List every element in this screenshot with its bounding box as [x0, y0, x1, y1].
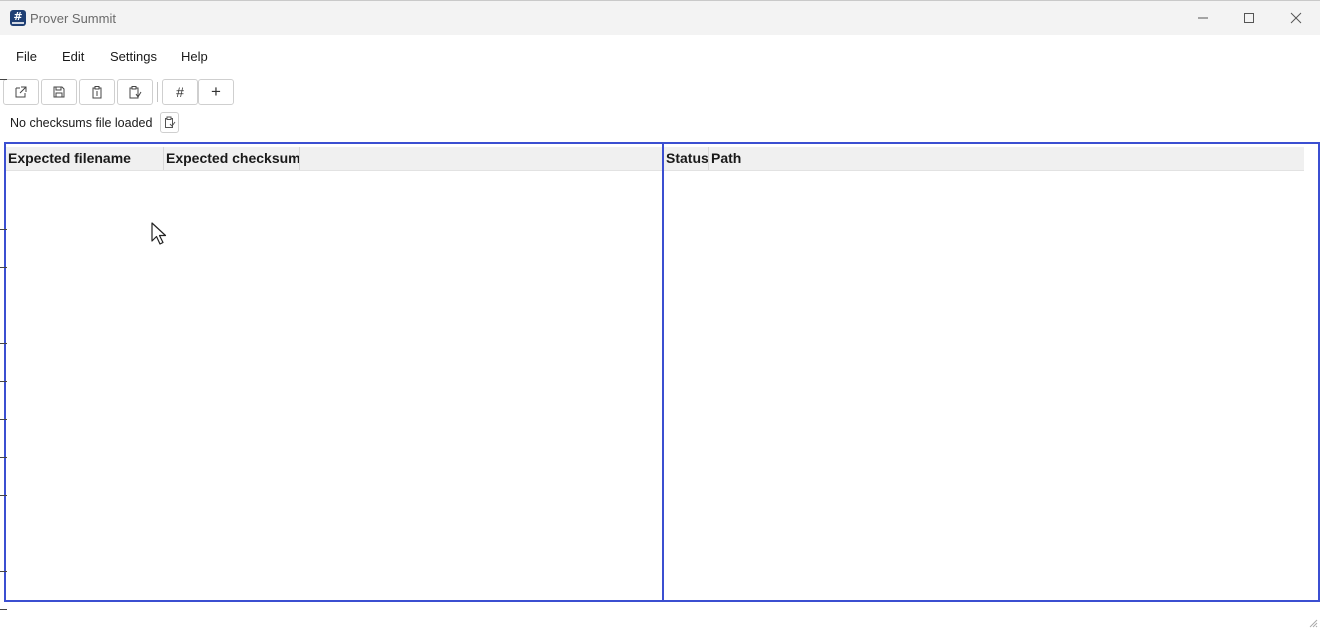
menu-settings[interactable]: Settings [110, 49, 157, 64]
minimize-button[interactable] [1180, 1, 1226, 35]
save-icon [53, 86, 65, 98]
save-button[interactable] [41, 79, 77, 105]
status-text: No checksums file loaded [10, 116, 153, 130]
edge-tick [0, 229, 7, 230]
window-title: Prover Summit [30, 11, 116, 26]
copy-button[interactable] [79, 79, 115, 105]
copy-icon [92, 86, 102, 99]
add-icon: + [211, 82, 221, 101]
hash-button[interactable]: # [162, 79, 198, 105]
app-icon: # [10, 10, 26, 26]
paste-button[interactable] [117, 79, 153, 105]
edge-tick [0, 457, 7, 458]
results-panel[interactable]: Status Path [662, 142, 1320, 602]
expected-checksums-panel[interactable]: Expected filename Expected checksum [4, 142, 664, 602]
paste-icon [129, 86, 142, 99]
app-window: # Prover Summit File Edit Settings Help [0, 0, 1320, 630]
column-expected-filename[interactable]: Expected filename [6, 147, 164, 170]
maximize-button[interactable] [1226, 1, 1272, 35]
maximize-icon [1244, 13, 1254, 23]
table-header: Status Path [664, 147, 1304, 171]
edge-tick [0, 267, 7, 268]
title-bar: # Prover Summit [0, 1, 1320, 35]
column-path[interactable]: Path [709, 147, 1304, 170]
menu-bar: File Edit Settings Help [0, 35, 1320, 79]
edge-tick [0, 343, 7, 344]
paste-checksums-button[interactable] [160, 112, 179, 133]
edge-tick [0, 571, 7, 572]
edge-tick [0, 381, 7, 382]
menu-edit[interactable]: Edit [62, 49, 84, 64]
mouse-cursor-icon [151, 222, 167, 245]
open-external-icon [15, 86, 27, 98]
edge-tick [0, 609, 7, 610]
close-icon [1290, 12, 1302, 24]
edge-tick [0, 79, 7, 80]
toolbar-separator [157, 82, 158, 102]
edge-tick [0, 419, 7, 420]
table-header: Expected filename Expected checksum [6, 147, 662, 171]
menu-help[interactable]: Help [181, 49, 208, 64]
resize-grip-icon[interactable] [1308, 618, 1318, 628]
open-external-button[interactable] [3, 79, 39, 105]
minimize-icon [1198, 17, 1208, 19]
hash-icon: # [176, 84, 184, 100]
add-button[interactable]: + [198, 79, 234, 105]
edge-tick [0, 495, 7, 496]
column-status[interactable]: Status [664, 147, 709, 170]
close-button[interactable] [1273, 1, 1319, 35]
paste-icon [164, 116, 175, 128]
column-expected-checksum[interactable]: Expected checksum [164, 147, 300, 170]
menu-file[interactable]: File [16, 49, 37, 64]
